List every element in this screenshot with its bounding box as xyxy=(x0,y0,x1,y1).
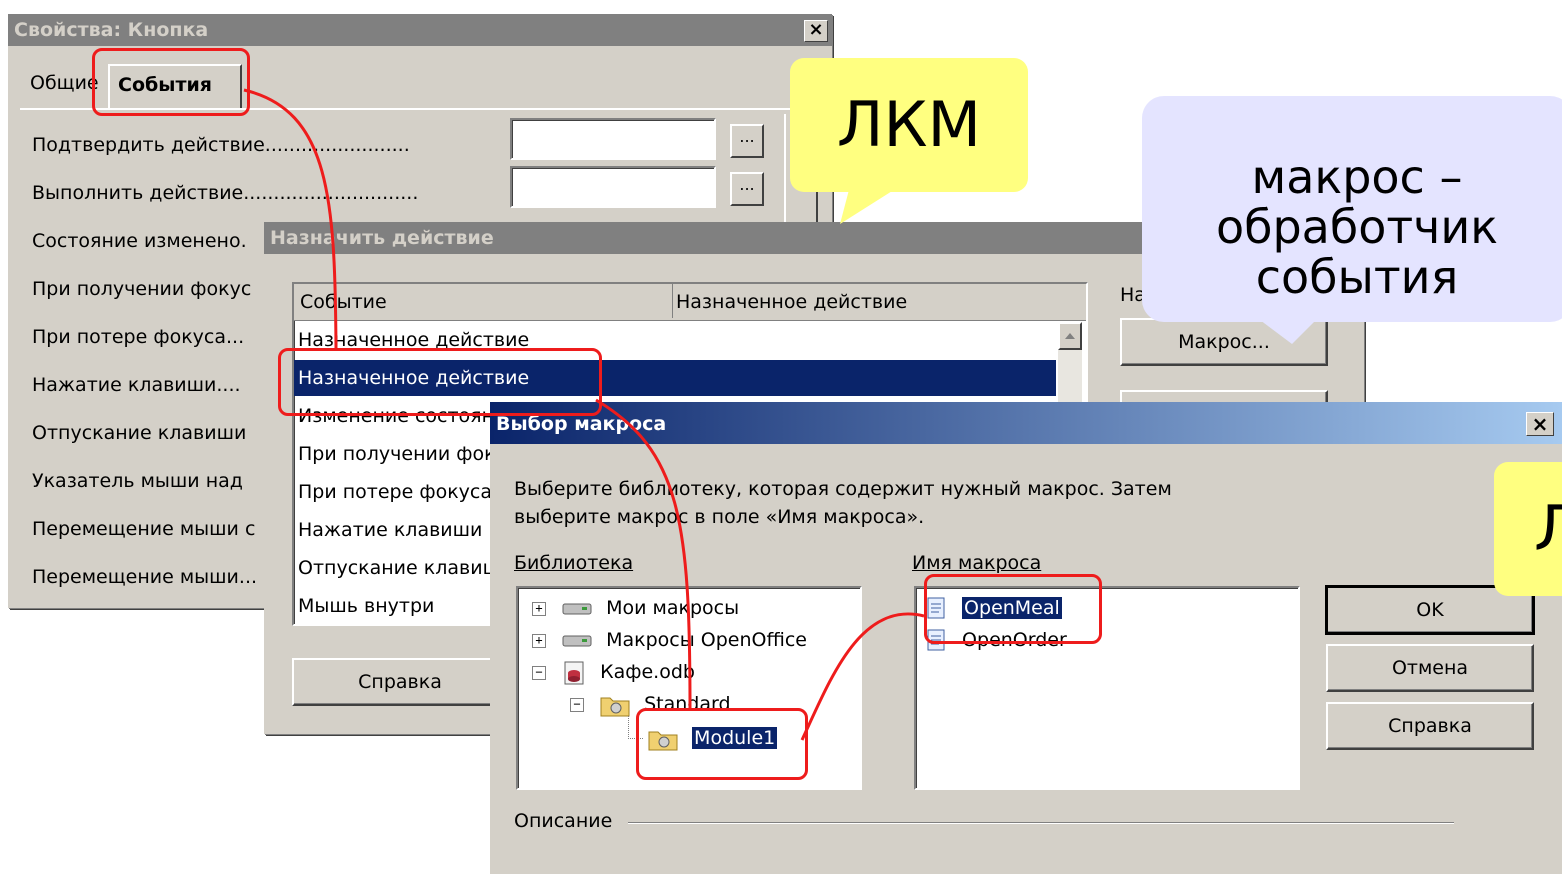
highlight-connectors xyxy=(243,88,925,741)
